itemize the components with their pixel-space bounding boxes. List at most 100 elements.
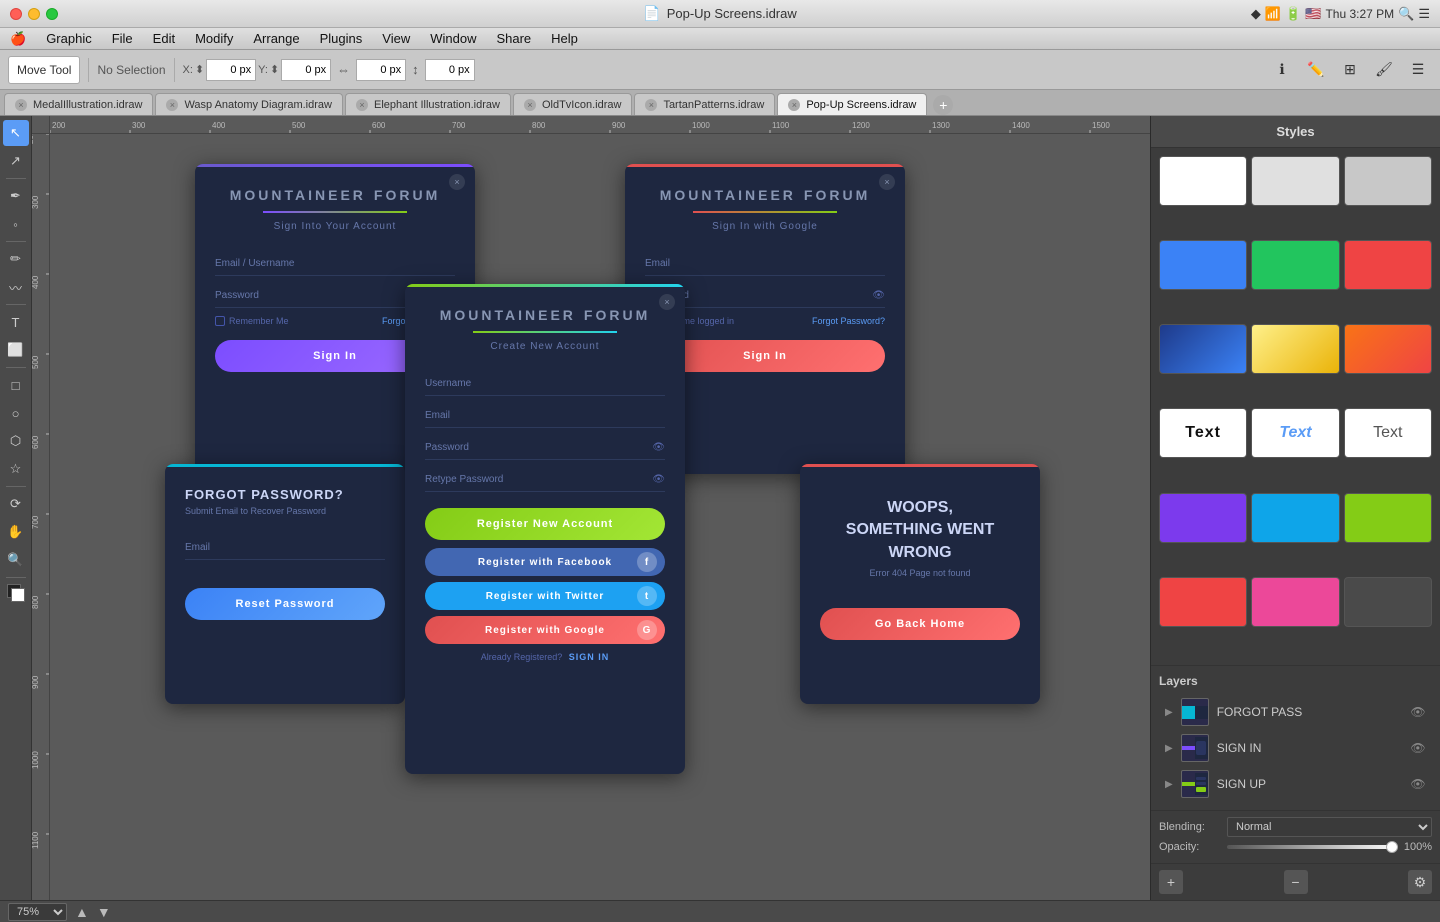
text-tool[interactable]: T	[3, 309, 29, 335]
tab-oldtv[interactable]: × OldTvIcon.idraw	[513, 93, 632, 115]
menu-help[interactable]: Help	[541, 28, 588, 49]
style-swatch-blue[interactable]	[1159, 240, 1247, 290]
panel-add-button[interactable]: +	[1159, 870, 1183, 894]
menu-plugins[interactable]: Plugins	[310, 28, 373, 49]
minimize-button[interactable]	[28, 8, 40, 20]
style-swatch-gray2[interactable]	[1344, 156, 1432, 206]
style-swatch-text-blue[interactable]: Text	[1251, 408, 1339, 458]
polygon-tool[interactable]: ⬡	[3, 428, 29, 454]
menu-arrange[interactable]: Arrange	[243, 28, 309, 49]
maximize-button[interactable]	[46, 8, 58, 20]
menu-edit[interactable]: Edit	[143, 28, 185, 49]
tab-add-button[interactable]: +	[933, 95, 953, 115]
style-swatch-orange-grad[interactable]	[1344, 324, 1432, 374]
tab-medal[interactable]: × MedalIllustration.idraw	[4, 93, 153, 115]
layer-sign-in[interactable]: ▶ SIGN IN 👁	[1159, 730, 1432, 766]
h-input[interactable]	[425, 59, 475, 81]
direct-select-tool[interactable]: ↗	[3, 148, 29, 174]
style-swatch-green[interactable]	[1251, 240, 1339, 290]
zoom-tool[interactable]: 🔍	[3, 547, 29, 573]
signin-google-email-input[interactable]: Email	[645, 252, 885, 276]
tab-close-elephant[interactable]: ×	[356, 99, 368, 111]
info-button[interactable]: ℹ	[1268, 56, 1296, 84]
register-google-button[interactable]: Register with Google G	[425, 616, 665, 644]
style-swatch-purple[interactable]	[1159, 493, 1247, 543]
create-retype-eye-icon[interactable]: 👁	[652, 474, 665, 485]
tab-close-tartan[interactable]: ×	[645, 99, 657, 111]
zoom-in-button[interactable]: ▲	[75, 904, 89, 920]
x-input[interactable]	[206, 59, 256, 81]
register-button[interactable]: Register New Account	[425, 508, 665, 540]
register-twitter-button[interactable]: Register with Twitter t	[425, 582, 665, 610]
tab-close-wasp[interactable]: ×	[166, 99, 178, 111]
menu-share[interactable]: Share	[486, 28, 541, 49]
panel-minus-button[interactable]: −	[1284, 870, 1308, 894]
apple-menu[interactable]: 🍎	[0, 28, 36, 49]
signin-google-forgot-link[interactable]: Forgot Password?	[812, 316, 885, 326]
layer-sign-up[interactable]: ▶ SIGN UP 👁	[1159, 766, 1432, 802]
rectangle-tool[interactable]: □	[3, 372, 29, 398]
opacity-thumb[interactable]	[1386, 841, 1398, 853]
tab-elephant[interactable]: × Elephant Illustration.idraw	[345, 93, 511, 115]
signin-email-input[interactable]: Email / Username	[215, 252, 455, 276]
layer-forgot-eye[interactable]: 👁	[1410, 704, 1426, 720]
search-icon[interactable]: 🔍	[1398, 6, 1414, 22]
tab-close-popup[interactable]: ×	[788, 99, 800, 111]
create-username-input[interactable]: Username	[425, 372, 665, 396]
pen-button[interactable]: ✏️	[1302, 56, 1330, 84]
style-swatch-cyan[interactable]	[1251, 493, 1339, 543]
style-swatch-text-normal[interactable]: Text	[1344, 408, 1432, 458]
close-button[interactable]	[10, 8, 22, 20]
style-swatch-blue-grad[interactable]	[1159, 324, 1247, 374]
create-email-input[interactable]: Email	[425, 404, 665, 428]
tab-popup[interactable]: × Pop-Up Screens.idraw	[777, 93, 927, 115]
grid-button[interactable]: ⊞	[1336, 56, 1364, 84]
star-tool[interactable]: ☆	[3, 456, 29, 482]
zoom-select[interactable]: 75% 100% 50%	[8, 903, 67, 921]
style-swatch-gray1[interactable]	[1251, 156, 1339, 206]
paint-button[interactable]: 🖌	[1370, 56, 1398, 84]
register-facebook-button[interactable]: Register with Facebook f	[425, 548, 665, 576]
go-back-home-button[interactable]: Go Back Home	[820, 608, 1020, 640]
move-tool[interactable]: Move Tool	[8, 56, 80, 84]
style-swatch-red[interactable]	[1344, 240, 1432, 290]
pen-tool[interactable]: ✒	[3, 183, 29, 209]
signin-close-btn[interactable]: ×	[449, 174, 465, 190]
reset-password-button[interactable]: Reset Password	[185, 588, 385, 620]
anchor-tool[interactable]: ◦	[3, 211, 29, 237]
pencil-tool[interactable]: ✏	[3, 246, 29, 272]
blending-select[interactable]: Normal Multiply Screen Overlay	[1227, 817, 1432, 837]
layer-forgot-pass[interactable]: ▶ FORGOT PASS 👁	[1159, 694, 1432, 730]
menu-file[interactable]: File	[102, 28, 143, 49]
signin-google-eye-icon[interactable]: 👁	[872, 290, 885, 301]
color-swatches[interactable]	[5, 582, 27, 604]
style-swatch-lime[interactable]	[1344, 493, 1432, 543]
sign-in-link[interactable]: SIGN IN	[569, 652, 610, 662]
rotate-tool[interactable]: ⟳	[3, 491, 29, 517]
image-tool[interactable]: ⬜	[3, 337, 29, 363]
menu-window[interactable]: Window	[420, 28, 486, 49]
menu-view[interactable]: View	[372, 28, 420, 49]
tab-close-medal[interactable]: ×	[15, 99, 27, 111]
layers-button[interactable]: ☰	[1404, 56, 1432, 84]
tab-tartan[interactable]: × TartanPatterns.idraw	[634, 93, 775, 115]
style-swatch-pink[interactable]	[1251, 577, 1339, 627]
style-swatch-text-bold[interactable]: Text	[1159, 408, 1247, 458]
style-swatch-yellow-grad[interactable]	[1251, 324, 1339, 374]
style-swatch-dark[interactable]	[1344, 577, 1432, 627]
create-password-input[interactable]: Password 👁	[425, 436, 665, 460]
signin-remember-checkbox[interactable]	[215, 316, 225, 326]
create-eye-icon[interactable]: 👁	[652, 442, 665, 453]
paint-brush-tool[interactable]: 〰	[3, 274, 29, 300]
canvas-scroll[interactable]: × MOUNTAINEER FORUM Sign Into Your Accou…	[50, 134, 1150, 900]
signin-google-close-btn[interactable]: ×	[879, 174, 895, 190]
style-swatch-white1[interactable]	[1159, 156, 1247, 206]
tab-close-oldtv[interactable]: ×	[524, 99, 536, 111]
layer-signin-eye[interactable]: 👁	[1410, 740, 1426, 756]
forgot-email-input[interactable]: Email	[185, 536, 385, 560]
hand-tool[interactable]: ✋	[3, 519, 29, 545]
zoom-out-button[interactable]: ▼	[97, 904, 111, 920]
create-retype-input[interactable]: Retype Password 👁	[425, 468, 665, 492]
layer-signup-eye[interactable]: 👁	[1410, 776, 1426, 792]
ellipse-tool[interactable]: ○	[3, 400, 29, 426]
